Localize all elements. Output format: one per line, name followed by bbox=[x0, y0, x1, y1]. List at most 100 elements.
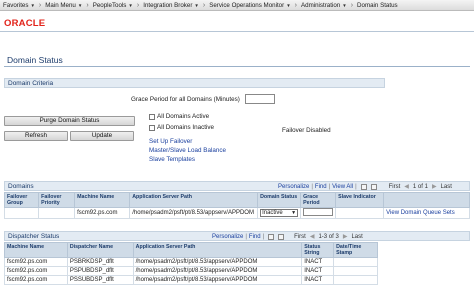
nav-peopletools[interactable]: PeopleTools ▼ bbox=[93, 2, 133, 9]
oracle-logo: ORACLE bbox=[4, 18, 46, 29]
domains-grid-title: Domains bbox=[8, 183, 34, 190]
nav-administration-label: Administration bbox=[301, 1, 341, 9]
all-domains-active-row: All Domains Active bbox=[149, 113, 209, 120]
view-domain-queue-sets-link[interactable]: View Domain Queue Sets bbox=[386, 210, 455, 216]
breadcrumb-separator: › bbox=[86, 1, 89, 9]
failover-status-text: Failover Disabled bbox=[282, 127, 331, 134]
purge-domain-status-button[interactable]: Purge Domain Status bbox=[4, 116, 135, 126]
download-icon[interactable] bbox=[278, 233, 285, 240]
nav-administration[interactable]: Administration ▼ bbox=[301, 2, 347, 9]
dispatcher-grid-header: Dispatcher Status Personalize | Find | F… bbox=[4, 231, 470, 241]
all-domains-active-checkbox[interactable] bbox=[149, 113, 155, 120]
cell-dispatcher: PSSUBDSP_dflt bbox=[66, 275, 134, 285]
breadcrumb-separator: › bbox=[38, 1, 42, 9]
col-machine-name: Machine Name bbox=[74, 192, 131, 208]
cell-status: INACT bbox=[301, 275, 335, 285]
col-machine-name: Machine Name bbox=[4, 242, 68, 258]
download-icon[interactable] bbox=[370, 183, 377, 190]
domains-find-link[interactable]: Find bbox=[315, 184, 327, 190]
next-icon[interactable]: ▶ bbox=[343, 233, 348, 240]
domains-pager-range: 1 of 1 bbox=[412, 183, 428, 190]
toolbar-separator: | bbox=[262, 233, 265, 240]
domains-view-all-link[interactable]: View All bbox=[332, 184, 353, 190]
all-domains-inactive-checkbox[interactable] bbox=[149, 124, 155, 131]
table-row: fscm92.ps.com PSBRKDSP_dflt /home/psadm2… bbox=[4, 257, 378, 267]
cell-stamp bbox=[333, 266, 378, 276]
nav-domain-status-label: Domain Status bbox=[357, 1, 398, 9]
nav-service-operations-monitor[interactable]: Service Operations Monitor ▼ bbox=[209, 2, 290, 9]
refresh-button[interactable]: Refresh bbox=[4, 131, 68, 141]
col-actions bbox=[383, 192, 470, 208]
chevron-down-icon: ▼ bbox=[291, 210, 297, 216]
all-domains-inactive-label: All Domains Inactive bbox=[157, 124, 215, 131]
zoom-icon[interactable] bbox=[268, 233, 275, 240]
previous-icon[interactable]: ◀ bbox=[310, 233, 315, 240]
cell-machine: fscm92.ps.com bbox=[4, 275, 68, 285]
breadcrumb-separator: › bbox=[350, 1, 354, 9]
all-domains-active-label: All Domains Active bbox=[157, 113, 210, 120]
dispatcher-find-link[interactable]: Find bbox=[249, 234, 261, 240]
zoom-icon[interactable] bbox=[360, 183, 367, 190]
domains-grid-toolbar: Personalize | Find | View All | First ◀ … bbox=[278, 183, 454, 190]
col-app-server-path: Application Server Path bbox=[132, 242, 303, 258]
dispatcher-grid-title: Dispatcher Status bbox=[8, 233, 60, 240]
col-grace-period: Grace Period bbox=[300, 192, 337, 208]
update-button[interactable]: Update bbox=[70, 131, 134, 141]
grace-period-input[interactable] bbox=[245, 94, 275, 104]
master-slave-load-balance-link[interactable]: Master/Slave Load Balance bbox=[149, 147, 226, 154]
cell-dispatcher: PSPUBDSP_dflt bbox=[66, 266, 134, 276]
nav-main-menu[interactable]: Main Menu ▼ bbox=[45, 2, 82, 9]
toolbar-separator: | bbox=[311, 183, 313, 190]
dispatcher-header-row: Machine Name Dispatcher Name Application… bbox=[4, 242, 378, 258]
nav-domain-status[interactable]: Domain Status bbox=[357, 2, 398, 9]
all-domains-inactive-row: All Domains Inactive bbox=[149, 124, 214, 131]
dispatcher-pager-last[interactable]: Last bbox=[351, 234, 362, 240]
set-up-failover-link[interactable]: Set Up Failover bbox=[149, 138, 192, 145]
domains-pager-last[interactable]: Last bbox=[441, 184, 452, 190]
title-divider bbox=[4, 66, 470, 67]
page-header: ORACLE bbox=[0, 11, 474, 31]
cell-path: /home/psadm2/psft/pt/8.53/appserv/APPDOM bbox=[132, 275, 303, 285]
toolbar-separator: | bbox=[328, 183, 331, 190]
nav-service-operations-monitor-label: Service Operations Monitor bbox=[209, 1, 285, 9]
nav-integration-broker[interactable]: Integration Broker ▼ bbox=[143, 2, 199, 9]
domain-status-value: Inactive bbox=[262, 210, 283, 216]
domains-grid-header: Domains Personalize | Find | View All | … bbox=[4, 181, 470, 191]
domains-pager-first[interactable]: First bbox=[389, 184, 401, 190]
table-row: fscm92.ps.com PSPUBDSP_dflt /home/psadm2… bbox=[4, 266, 378, 276]
dispatcher-table: Machine Name Dispatcher Name Application… bbox=[4, 242, 378, 285]
slave-templates-link[interactable]: Slave Templates bbox=[149, 156, 195, 163]
col-slave-indicator: Slave Indicator bbox=[335, 192, 385, 208]
top-navigation: Favorites ▼ › Main Menu ▼ › PeopleTools ▼ ›… bbox=[0, 0, 474, 11]
breadcrumb-separator: › bbox=[202, 1, 206, 9]
cell-link: View Domain Queue Sets bbox=[383, 207, 470, 219]
col-domain-status: Domain Status bbox=[257, 192, 302, 208]
header-divider bbox=[0, 31, 474, 32]
cell-status: INACT bbox=[301, 257, 335, 267]
domains-header-row: Failover Group Failover Priority Machine… bbox=[3, 192, 470, 208]
cell-path: /home/psadm2/psft/pt/8.53/appserv/APPDOM bbox=[129, 207, 259, 219]
cell-path: /home/psadm2/psft/pt/8.53/appserv/APPDOM bbox=[132, 266, 303, 276]
domains-personalize-link[interactable]: Personalize bbox=[278, 184, 309, 190]
previous-icon[interactable]: ◀ bbox=[404, 183, 409, 190]
toolbar-separator: | bbox=[245, 233, 247, 240]
dispatcher-pager-first[interactable]: First bbox=[294, 234, 306, 240]
domain-criteria-title: Domain Criteria bbox=[8, 80, 54, 87]
domains-table: Failover Group Failover Priority Machine… bbox=[3, 192, 470, 219]
nav-main-menu-label: Main Menu bbox=[45, 1, 76, 9]
grace-period-cell-input[interactable] bbox=[303, 208, 334, 216]
nav-favorites[interactable]: Favorites ▼ bbox=[3, 2, 35, 9]
col-app-server-path: Application Server Path bbox=[129, 192, 259, 208]
cell-stamp bbox=[333, 257, 378, 267]
col-failover-group: Failover Group bbox=[3, 192, 40, 208]
dispatcher-personalize-link[interactable]: Personalize bbox=[212, 234, 243, 240]
cell-dispatcher: PSBRKDSP_dflt bbox=[66, 257, 134, 267]
next-icon[interactable]: ▶ bbox=[432, 183, 437, 190]
cell-machine: fscm92.ps.com bbox=[4, 266, 68, 276]
toolbar-separator: | bbox=[355, 183, 357, 190]
cell-status: INACT bbox=[301, 266, 335, 276]
grace-period-label: Grace Period for all Domains (Minutes) bbox=[131, 96, 240, 103]
breadcrumb-separator: › bbox=[136, 1, 140, 9]
nav-integration-broker-label: Integration Broker bbox=[143, 1, 193, 9]
domain-status-select[interactable]: Inactive ▼ bbox=[260, 209, 299, 217]
